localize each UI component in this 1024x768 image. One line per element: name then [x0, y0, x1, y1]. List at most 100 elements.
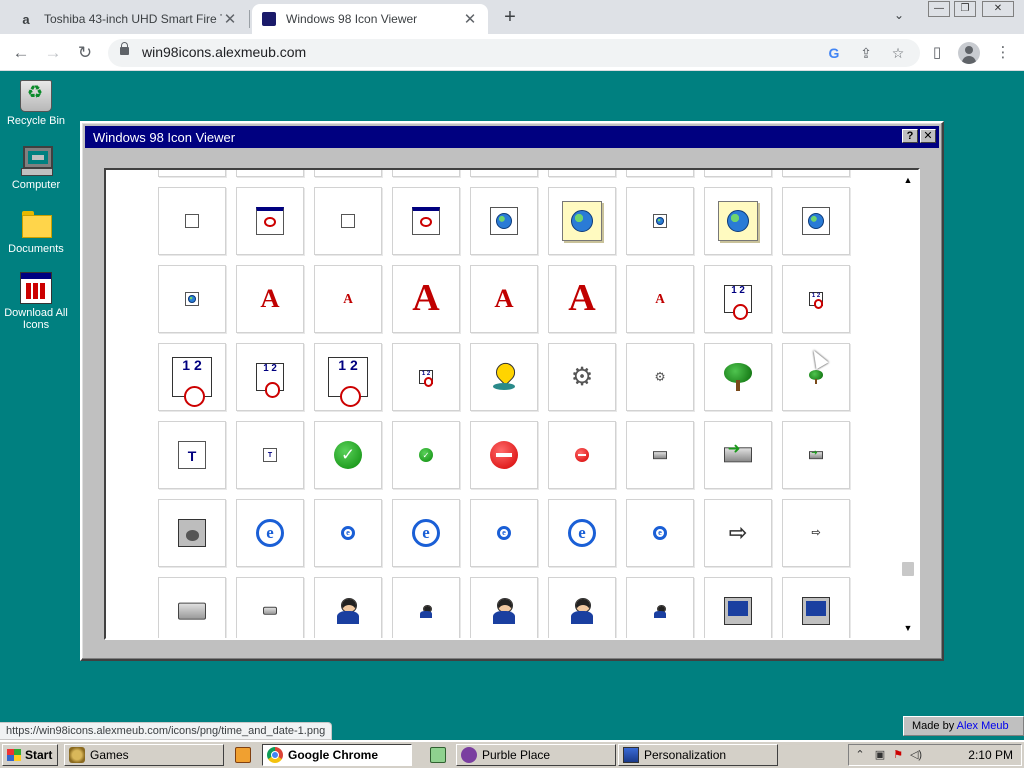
tab-win98-viewer[interactable]: Windows 98 Icon Viewer ✕: [252, 4, 488, 34]
icon-cell[interactable]: A: [236, 265, 304, 333]
icon-cell[interactable]: e: [236, 499, 304, 567]
close-window-button[interactable]: ✕: [982, 1, 1014, 17]
taskbar-item-personalization[interactable]: Personalization: [618, 744, 778, 766]
desktop-documents[interactable]: Documents: [2, 208, 70, 255]
restore-button[interactable]: ❐: [954, 1, 976, 17]
tab-close-icon[interactable]: ✕: [462, 10, 478, 28]
icon-cell[interactable]: [626, 421, 694, 489]
icon-cell[interactable]: [626, 187, 694, 255]
icon-cell[interactable]: [548, 187, 616, 255]
icon-cell[interactable]: T: [158, 421, 226, 489]
new-tab-button[interactable]: +: [498, 5, 522, 29]
icon-cell[interactable]: [158, 170, 226, 177]
author-link[interactable]: Alex Meub: [957, 720, 1009, 732]
icon-cell[interactable]: [548, 170, 616, 177]
icon-cell[interactable]: 1 2: [314, 343, 382, 411]
icon-cell[interactable]: A: [470, 265, 538, 333]
icon-cell[interactable]: e: [626, 499, 694, 567]
scrollbar-thumb[interactable]: [902, 562, 914, 576]
icon-cell[interactable]: T: [236, 421, 304, 489]
icon-cell[interactable]: ⚙: [626, 343, 694, 411]
icon-cell[interactable]: [704, 343, 772, 411]
minimize-button[interactable]: —: [928, 1, 950, 17]
start-button[interactable]: Start: [2, 744, 58, 766]
icon-cell[interactable]: [782, 577, 850, 638]
calculator-icon[interactable]: [430, 747, 446, 763]
icon-cell[interactable]: [470, 170, 538, 177]
icon-cell[interactable]: [314, 577, 382, 638]
network-icon[interactable]: ▣: [873, 748, 887, 762]
icon-cell[interactable]: [158, 265, 226, 333]
icon-cell[interactable]: [158, 499, 226, 567]
taskbar-clock[interactable]: 2:10 PM: [968, 748, 1013, 762]
icon-cell[interactable]: [704, 170, 772, 177]
icon-cell[interactable]: [782, 187, 850, 255]
menu-kebab-icon[interactable]: ⋮: [990, 40, 1016, 66]
icon-cell[interactable]: [470, 343, 538, 411]
icon-cell[interactable]: [236, 170, 304, 177]
icon-cell[interactable]: e: [470, 499, 538, 567]
taskbar-item-purble-place[interactable]: Purble Place: [456, 744, 616, 766]
icon-cell[interactable]: [236, 187, 304, 255]
desktop-download-all-icons[interactable]: Download All Icons: [2, 272, 70, 331]
icon-cell[interactable]: [158, 577, 226, 638]
tab-search-chevron-icon[interactable]: ⌄: [894, 8, 904, 22]
address-bar[interactable]: win98icons.alexmeub.com G ⇪ ☆: [108, 39, 920, 67]
profile-avatar-icon[interactable]: [958, 42, 980, 64]
icon-cell[interactable]: ⇨: [782, 499, 850, 567]
lock-icon[interactable]: [120, 42, 129, 55]
icon-cell[interactable]: [392, 187, 460, 255]
icon-cell[interactable]: ✓: [392, 421, 460, 489]
close-button[interactable]: ✕: [920, 129, 936, 143]
icon-cell[interactable]: A: [314, 265, 382, 333]
help-button[interactable]: ?: [902, 129, 918, 143]
scroll-down-arrow-icon[interactable]: ▼: [900, 620, 916, 636]
icon-cell[interactable]: ➜: [704, 421, 772, 489]
icon-cell[interactable]: [392, 577, 460, 638]
media-player-icon[interactable]: [235, 747, 251, 763]
icon-cell[interactable]: e: [548, 499, 616, 567]
icon-cell[interactable]: [470, 187, 538, 255]
icon-cell[interactable]: [314, 170, 382, 177]
icon-cell[interactable]: 1 2: [392, 343, 460, 411]
back-arrow-icon[interactable]: ←: [8, 40, 34, 66]
action-center-flag-icon[interactable]: ⚑: [891, 748, 905, 762]
icon-cell[interactable]: ⇨: [704, 499, 772, 567]
share-icon[interactable]: ⇪: [856, 43, 876, 63]
taskbar-item-google-chrome[interactable]: Google Chrome: [262, 744, 412, 766]
icon-cell[interactable]: 1 2: [158, 343, 226, 411]
tab-close-icon[interactable]: ✕: [222, 10, 238, 28]
icon-cell[interactable]: 1 2: [236, 343, 304, 411]
icon-cell[interactable]: 1 2: [704, 265, 772, 333]
icon-cell[interactable]: [470, 421, 538, 489]
icon-cell[interactable]: [236, 577, 304, 638]
icon-cell[interactable]: [626, 170, 694, 177]
icon-cell[interactable]: e: [314, 499, 382, 567]
icon-cell[interactable]: [704, 187, 772, 255]
reload-icon[interactable]: ↻: [72, 40, 98, 66]
icon-cell[interactable]: [704, 577, 772, 638]
side-panel-icon[interactable]: ▯: [924, 40, 950, 66]
desktop-computer[interactable]: Computer: [2, 144, 70, 191]
forward-arrow-icon[interactable]: →: [40, 40, 66, 66]
icon-cell[interactable]: ✓: [314, 421, 382, 489]
google-lens-icon[interactable]: G: [824, 43, 844, 63]
tab-toshiba[interactable]: a Toshiba 43-inch UHD Smart Fire TV ✕: [8, 4, 248, 34]
icon-cell[interactable]: ⚙: [548, 343, 616, 411]
icon-cell[interactable]: 1 2: [782, 265, 850, 333]
icon-cell[interactable]: A: [392, 265, 460, 333]
volume-icon[interactable]: ◁): [909, 748, 923, 762]
icon-cell[interactable]: A: [626, 265, 694, 333]
scroll-up-arrow-icon[interactable]: ▲: [900, 172, 916, 188]
tray-expand-chevron-icon[interactable]: ⌃: [853, 748, 867, 762]
vertical-scrollbar[interactable]: ▲ ▼: [900, 170, 916, 638]
icon-cell[interactable]: [626, 577, 694, 638]
icon-cell[interactable]: [548, 577, 616, 638]
bookmark-star-icon[interactable]: ☆: [888, 43, 908, 63]
url-text[interactable]: win98icons.alexmeub.com: [142, 44, 306, 60]
icon-cell[interactable]: [782, 170, 850, 177]
icon-cell[interactable]: [158, 187, 226, 255]
icon-cell[interactable]: [470, 577, 538, 638]
icon-cell[interactable]: A: [548, 265, 616, 333]
icon-cell[interactable]: [548, 421, 616, 489]
